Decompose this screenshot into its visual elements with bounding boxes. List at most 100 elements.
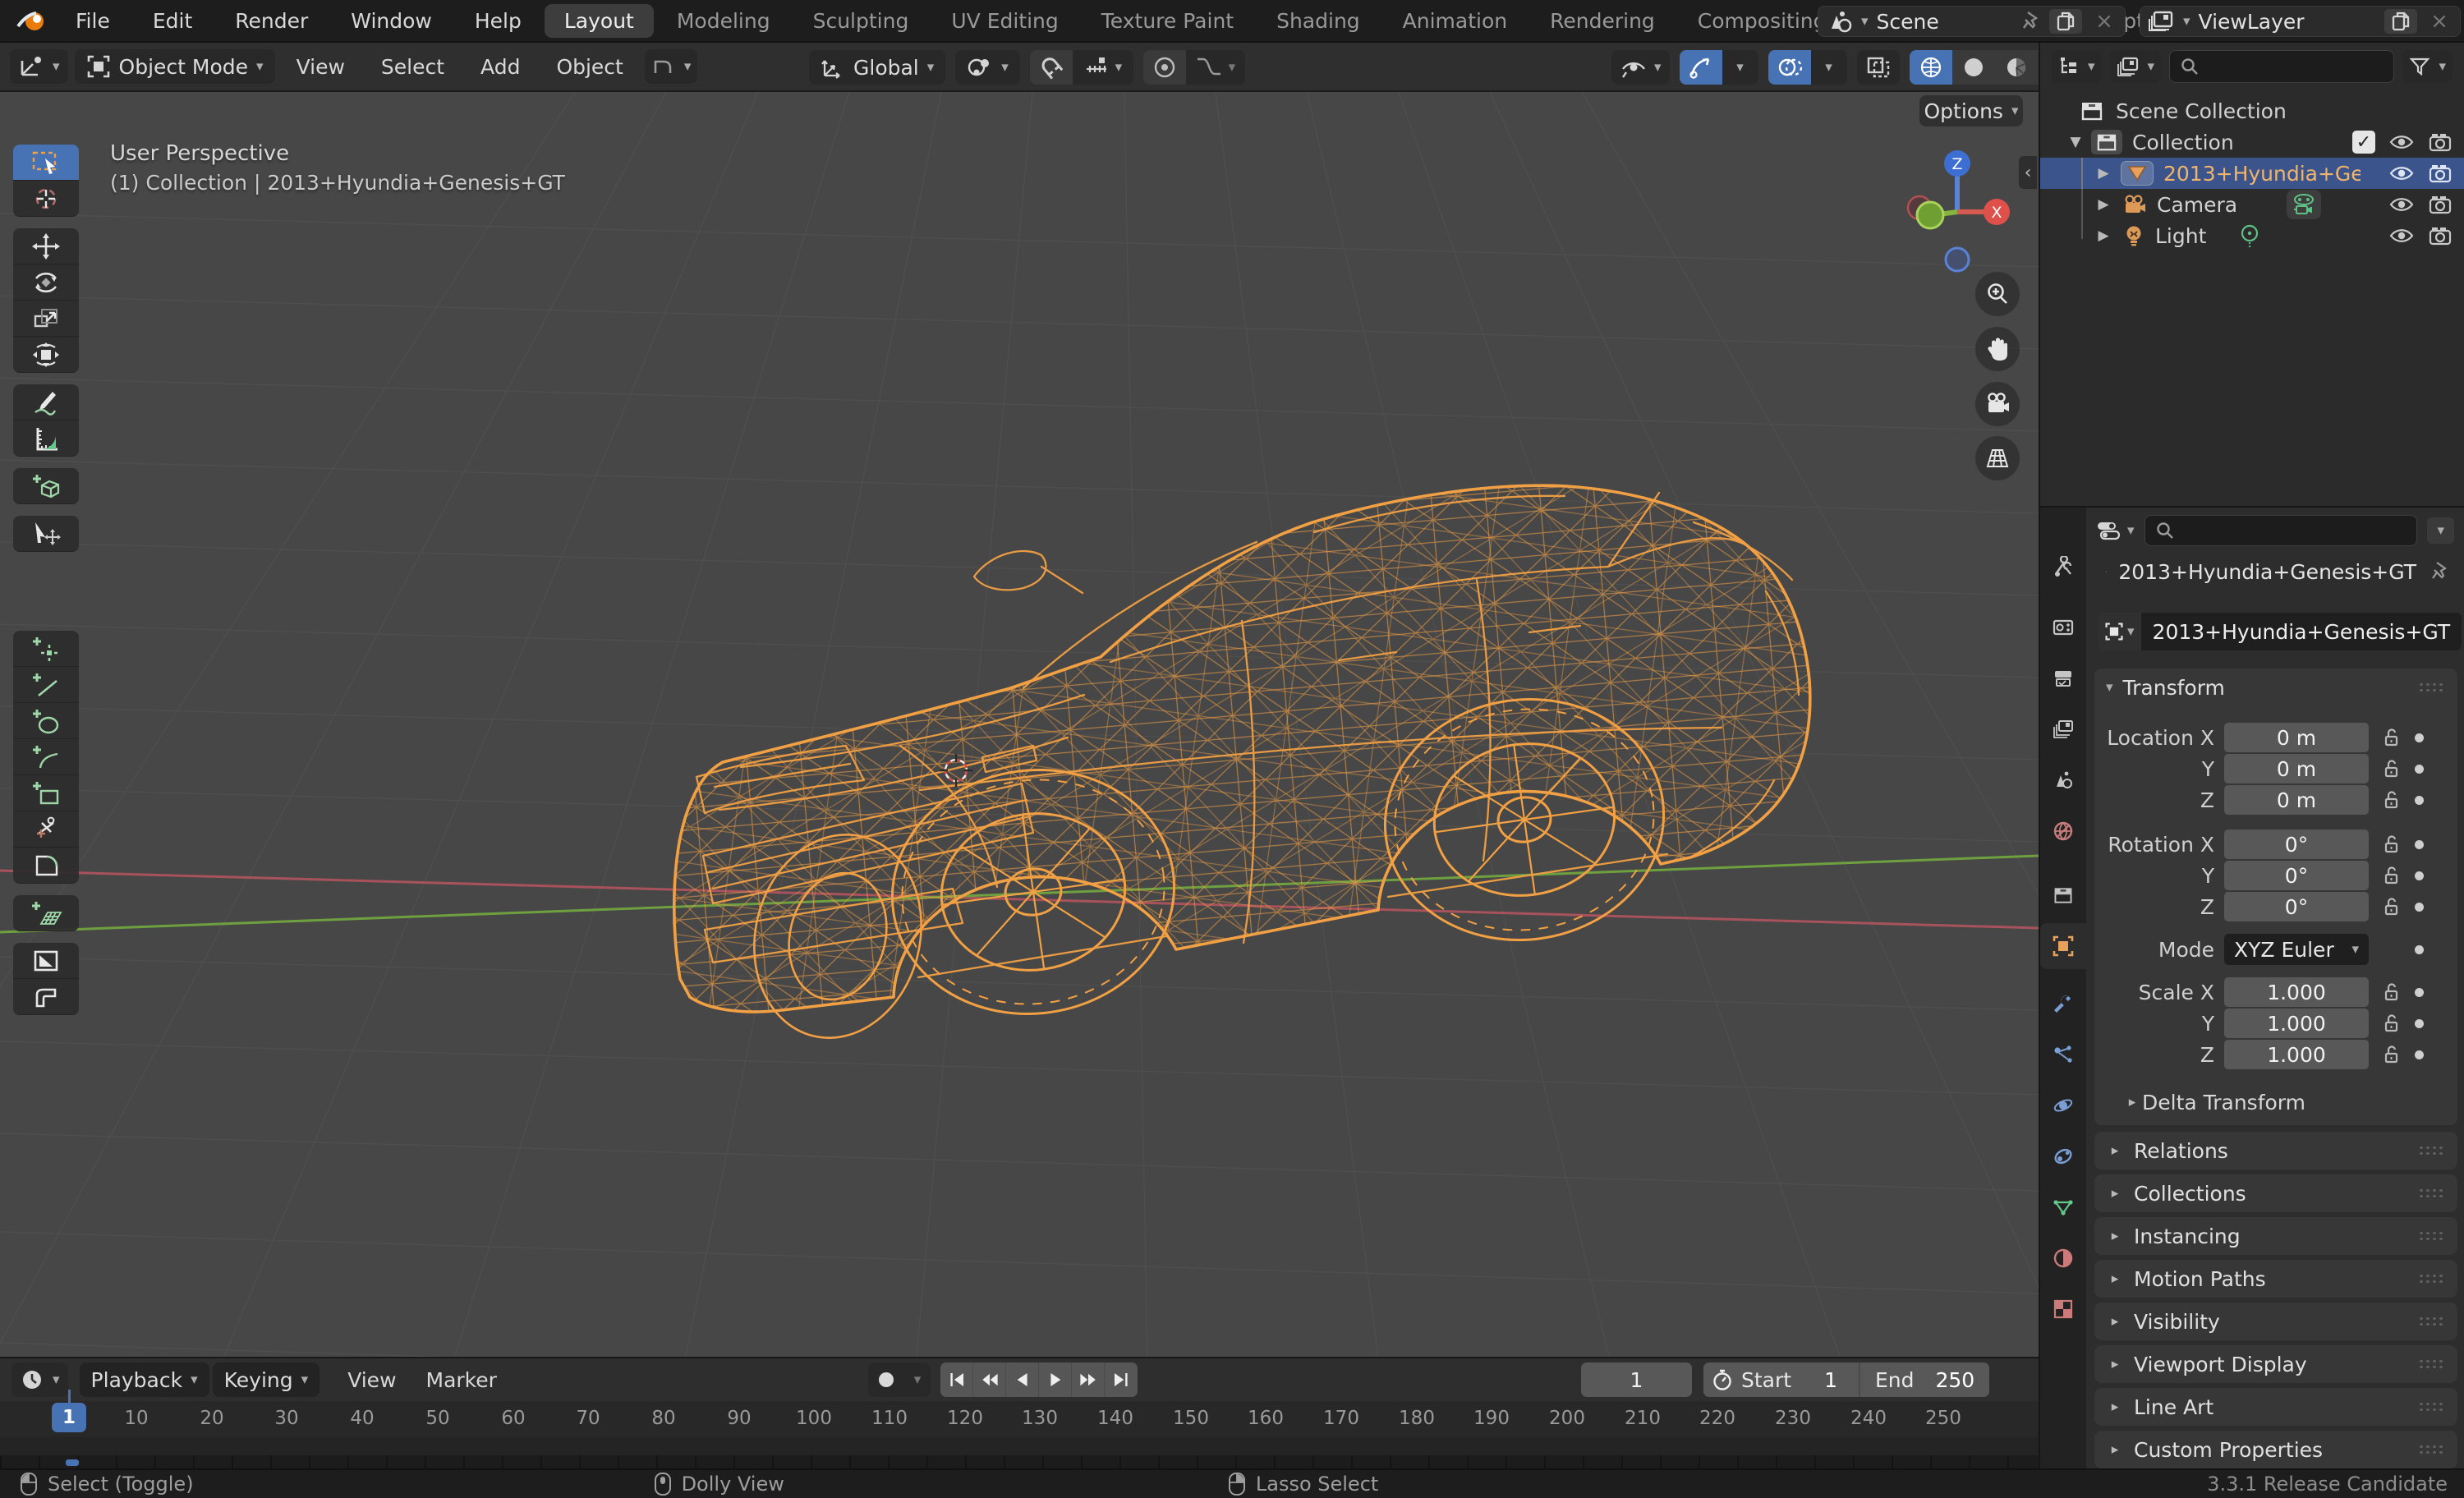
tool-scale[interactable] <box>13 301 79 337</box>
unlock-icon[interactable] <box>2380 834 2402 855</box>
animate-dot[interactable] <box>2415 765 2424 774</box>
menu-file[interactable]: File <box>54 9 131 33</box>
shading-material-icon[interactable] <box>1995 50 2038 85</box>
unlock-icon[interactable] <box>2380 789 2402 811</box>
scale-x-field[interactable]: 1.000 <box>2224 977 2369 1007</box>
panel-drag-grip[interactable] <box>2418 1273 2446 1284</box>
tool-extrude[interactable] <box>13 631 79 667</box>
menu-view[interactable]: View <box>282 55 360 79</box>
rotation-x-field[interactable]: 0° <box>2224 829 2369 859</box>
transform-orientation[interactable]: Global ▾ <box>809 50 945 85</box>
tool-select-box[interactable] <box>13 145 79 181</box>
tool-add-grid[interactable] <box>13 895 79 931</box>
menu-add[interactable]: Add <box>466 55 535 79</box>
hide-eye-icon[interactable] <box>2388 163 2415 184</box>
light-data-icon[interactable] <box>2237 223 2262 248</box>
unlock-icon[interactable] <box>2380 727 2402 748</box>
snap-group[interactable]: ▾ <box>1030 50 1133 85</box>
menu-edit[interactable]: Edit <box>131 9 214 33</box>
tool-add-arc[interactable] <box>13 739 79 775</box>
unlock-icon[interactable] <box>2380 1044 2402 1065</box>
panel-drag-grip[interactable] <box>2418 1316 2446 1327</box>
outliner-row-scene-collection[interactable]: Scene Collection <box>2040 95 2464 126</box>
xray-toggle[interactable] <box>1857 50 1900 85</box>
animate-dot[interactable] <box>2415 903 2424 912</box>
playhead[interactable]: 1 <box>52 1403 86 1432</box>
animate-dot[interactable] <box>2415 733 2424 742</box>
tab-object-active[interactable] <box>2040 923 2086 969</box>
outliner-filter-id-button[interactable]: ▾ <box>2110 50 2162 83</box>
shading-solid-icon[interactable] <box>1952 50 1995 85</box>
gizmos-dropdown[interactable]: ▾ <box>1722 50 1758 85</box>
camera-view-button[interactable] <box>1975 382 2020 426</box>
unlock-icon[interactable] <box>2380 896 2402 917</box>
disclosure-closed-icon[interactable]: ▶ <box>2091 165 2116 182</box>
tool-corner[interactable] <box>13 979 79 1015</box>
overlays-dropdown[interactable]: ▾ <box>1811 50 1847 85</box>
start-frame-value[interactable]: 1 <box>1791 1368 1859 1392</box>
location-z-field[interactable]: 0 m <box>2224 785 2369 815</box>
delta-transform-subpanel[interactable]: ▸ Delta Transform <box>2122 1087 2305 1117</box>
rotation-z-field[interactable]: 0° <box>2224 892 2369 921</box>
tab-view-layer[interactable] <box>2040 706 2086 752</box>
play-button[interactable] <box>1039 1362 1072 1397</box>
end-frame-value[interactable]: 250 <box>1915 1368 1990 1392</box>
mode-selector[interactable]: Object Mode ▾ <box>75 49 275 84</box>
tool-shape[interactable] <box>13 848 79 884</box>
workspace-tab-modeling[interactable]: Modeling <box>657 4 790 38</box>
workspace-tab-layout[interactable]: Layout <box>545 4 654 38</box>
menu-select[interactable]: Select <box>366 55 459 79</box>
disclosure-open-icon[interactable]: ▼ <box>2063 134 2088 150</box>
jump-to-end-button[interactable] <box>1105 1362 1138 1397</box>
tab-modifiers[interactable] <box>2040 981 2086 1027</box>
hide-eye-icon[interactable] <box>2388 225 2415 246</box>
blender-logo-icon[interactable] <box>15 8 49 34</box>
animate-dot[interactable] <box>2415 796 2424 805</box>
zoom-button[interactable] <box>1975 272 2020 316</box>
pin-icon[interactable] <box>2020 10 2041 33</box>
pivot-point-button[interactable]: ▾ <box>955 50 1020 85</box>
tab-render[interactable] <box>2040 604 2086 650</box>
workspace-tab-sculpting[interactable]: Sculpting <box>793 4 929 38</box>
properties-editor-type-button[interactable]: ▾ <box>2094 518 2135 543</box>
menu-object[interactable]: Object <box>541 55 637 79</box>
checkbox-icon[interactable]: ✓ <box>2352 131 2375 154</box>
tool-add-cube[interactable] <box>13 468 79 504</box>
panel-viewport-display[interactable]: ▸Viewport Display <box>2094 1345 2457 1383</box>
panel-visibility[interactable]: ▸Visibility <box>2094 1303 2457 1340</box>
orthographic-toggle-button[interactable] <box>1975 436 2020 480</box>
tool-cursor[interactable] <box>13 181 79 217</box>
timeline-editor-type-button[interactable]: ▾ <box>11 1362 68 1397</box>
tool-knife[interactable] <box>13 811 79 848</box>
scale-z-field[interactable]: 1.000 <box>2224 1040 2369 1069</box>
snap-target-button[interactable]: ▾ <box>1073 50 1133 85</box>
panel-line-art[interactable]: ▸Line Art <box>2094 1388 2457 1426</box>
timeline-ruler[interactable]: 10 20 30 40 50 60 70 80 90 100 110 120 1… <box>0 1401 2039 1437</box>
active-tool-button[interactable]: ▾ <box>645 49 698 84</box>
id-type-button[interactable]: ▾ <box>2098 613 2141 650</box>
disable-render-camera-icon[interactable] <box>2428 194 2453 215</box>
previous-keyframe-button[interactable] <box>973 1362 1006 1397</box>
timeline[interactable]: ▾ Playback▾ Keying▾ View Marker ▾ 1 <box>0 1357 2039 1468</box>
overlays-icon[interactable] <box>1768 50 1811 85</box>
tab-collection[interactable] <box>2040 872 2086 918</box>
hide-eye-icon[interactable] <box>2388 131 2415 153</box>
menu-keying[interactable]: Keying▾ <box>213 1362 320 1397</box>
panel-relations[interactable]: ▸Relations <box>2094 1132 2457 1169</box>
tool-transform[interactable] <box>13 337 79 373</box>
unlock-icon[interactable] <box>2380 865 2402 886</box>
workspace-tab-rendering[interactable]: Rendering <box>1530 4 1675 38</box>
proportional-falloff-button[interactable]: ▾ <box>1186 50 1245 85</box>
viewport-canvas[interactable] <box>0 43 2039 1357</box>
auto-key-dropdown[interactable]: ▾ <box>904 1362 931 1397</box>
overlays-toggle-group[interactable]: ▾ <box>1768 50 1847 85</box>
tab-scene[interactable] <box>2040 757 2086 803</box>
properties-options-dropdown[interactable]: ▾ <box>2427 517 2454 544</box>
tool-add-line[interactable] <box>13 667 79 703</box>
workspace-tab-texture-paint[interactable]: Texture Paint <box>1082 4 1253 38</box>
panel-collections[interactable]: ▸Collections <box>2094 1174 2457 1212</box>
tab-constraints[interactable] <box>2040 1133 2086 1179</box>
next-keyframe-button[interactable] <box>1072 1362 1105 1397</box>
menu-timeline-view[interactable]: View <box>333 1368 411 1392</box>
tool-rotate[interactable] <box>13 264 79 301</box>
